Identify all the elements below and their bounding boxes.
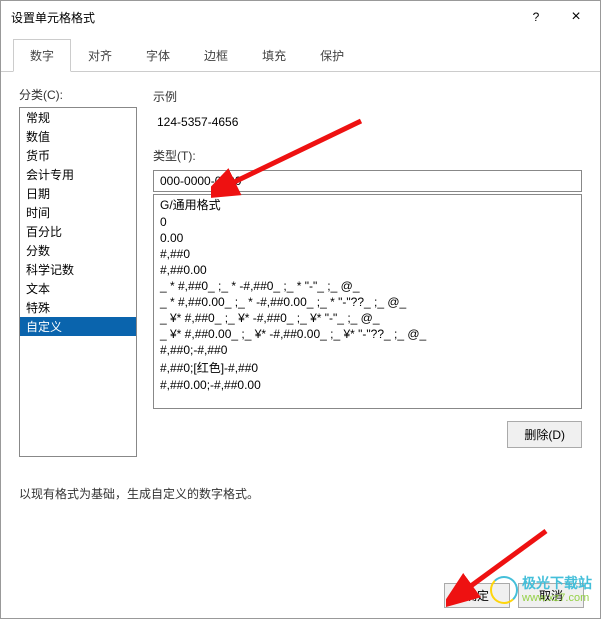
category-item[interactable]: 百分比 [20, 222, 136, 241]
format-item[interactable]: #,##0 [154, 246, 581, 262]
category-item[interactable]: 常规 [20, 108, 136, 127]
category-listbox[interactable]: 常规数值货币会计专用日期时间百分比分数科学记数文本特殊自定义 [19, 107, 137, 457]
tab-number[interactable]: 数字 [13, 39, 71, 72]
format-item[interactable]: _ * #,##0.00_ ;_ * -#,##0.00_ ;_ * "-"??… [154, 294, 581, 310]
category-item[interactable]: 分数 [20, 241, 136, 260]
format-item[interactable]: #,##0.00;-#,##0.00 [154, 377, 581, 393]
help-icon: ? [533, 10, 540, 24]
category-item[interactable]: 时间 [20, 203, 136, 222]
tab-font[interactable]: 字体 [129, 39, 187, 71]
type-label: 类型(T): [153, 147, 582, 164]
delete-button-label: 删除(D) [524, 428, 565, 442]
category-item[interactable]: 日期 [20, 184, 136, 203]
format-item[interactable]: G/通用格式 [154, 195, 581, 214]
category-item[interactable]: 货币 [20, 146, 136, 165]
details-column: 示例 124-5357-4656 类型(T): G/通用格式00.00#,##0… [153, 86, 582, 457]
tab-alignment[interactable]: 对齐 [71, 39, 129, 71]
tab-label: 保护 [320, 49, 344, 63]
help-button[interactable]: ? [516, 3, 556, 31]
format-item[interactable]: #,##0;[红色]-#,##0 [154, 358, 581, 377]
format-item[interactable]: 0 [154, 214, 581, 230]
category-item[interactable]: 文本 [20, 279, 136, 298]
content-area: 分类(C): 常规数值货币会计专用日期时间百分比分数科学记数文本特殊自定义 示例… [1, 72, 600, 467]
category-label: 分类(C): [19, 86, 137, 103]
sample-label: 示例 [153, 88, 582, 105]
type-input[interactable] [153, 170, 582, 192]
tab-label: 对齐 [88, 49, 112, 63]
description-text: 以现有格式为基础，生成自定义的数字格式。 [19, 485, 582, 502]
sample-area: 示例 124-5357-4656 [153, 88, 582, 129]
category-column: 分类(C): 常规数值货币会计专用日期时间百分比分数科学记数文本特殊自定义 [19, 86, 137, 457]
tab-border[interactable]: 边框 [187, 39, 245, 71]
tabstrip: 数字 对齐 字体 边框 填充 保护 [1, 39, 600, 72]
format-item[interactable]: _ ¥* #,##0.00_ ;_ ¥* -#,##0.00_ ;_ ¥* "-… [154, 326, 581, 342]
format-item[interactable]: #,##0;-#,##0 [154, 342, 581, 358]
category-item[interactable]: 特殊 [20, 298, 136, 317]
ok-button[interactable]: 确定 [444, 583, 510, 608]
tab-label: 填充 [262, 49, 286, 63]
close-button[interactable]: × [556, 3, 596, 31]
tab-fill[interactable]: 填充 [245, 39, 303, 71]
format-item[interactable]: #,##0.00 [154, 262, 581, 278]
cancel-button[interactable]: 取消 [518, 583, 584, 608]
cancel-button-label: 取消 [539, 589, 563, 603]
tab-protection[interactable]: 保护 [303, 39, 361, 71]
close-icon: × [571, 8, 580, 26]
format-item[interactable]: 0.00 [154, 230, 581, 246]
category-item[interactable]: 自定义 [20, 317, 136, 336]
tab-label: 字体 [146, 49, 170, 63]
footer: 确定 取消 [444, 583, 584, 608]
titlebar: 设置单元格格式 ? × [1, 1, 600, 33]
format-cells-dialog: 设置单元格格式 ? × 数字 对齐 字体 边框 填充 保护 分类(C): 常规数… [0, 0, 601, 619]
tab-label: 数字 [30, 49, 54, 63]
format-listbox[interactable]: G/通用格式00.00#,##0#,##0.00_ * #,##0_ ;_ * … [153, 194, 582, 409]
sample-value: 124-5357-4656 [153, 111, 582, 129]
category-item[interactable]: 科学记数 [20, 260, 136, 279]
format-item[interactable]: _ * #,##0_ ;_ * -#,##0_ ;_ * "-"_ ;_ @_ [154, 278, 581, 294]
category-item[interactable]: 数值 [20, 127, 136, 146]
delete-button[interactable]: 删除(D) [507, 421, 582, 448]
dialog-title: 设置单元格格式 [11, 9, 516, 26]
tab-label: 边框 [204, 49, 228, 63]
ok-button-label: 确定 [465, 589, 489, 603]
category-item[interactable]: 会计专用 [20, 165, 136, 184]
format-item[interactable]: _ ¥* #,##0_ ;_ ¥* -#,##0_ ;_ ¥* "-"_ ;_ … [154, 310, 581, 326]
